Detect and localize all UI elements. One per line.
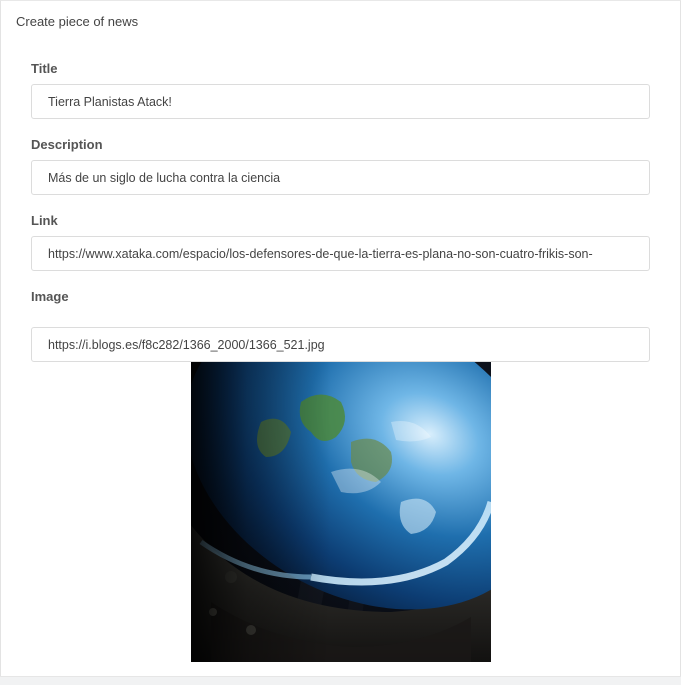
card-title: Create piece of news [16, 14, 139, 29]
description-label: Description [31, 137, 103, 152]
description-input[interactable] [31, 160, 650, 195]
create-news-card: Create piece of news Title Description L… [0, 0, 681, 684]
image-label: Image [31, 289, 69, 304]
flat-earth-image [191, 362, 491, 662]
title-label: Title [31, 61, 58, 76]
image-url-input[interactable] [31, 327, 650, 362]
link-label: Link [31, 213, 58, 228]
title-input[interactable] [31, 84, 650, 119]
link-input[interactable] [31, 236, 650, 271]
image-preview [191, 362, 491, 662]
